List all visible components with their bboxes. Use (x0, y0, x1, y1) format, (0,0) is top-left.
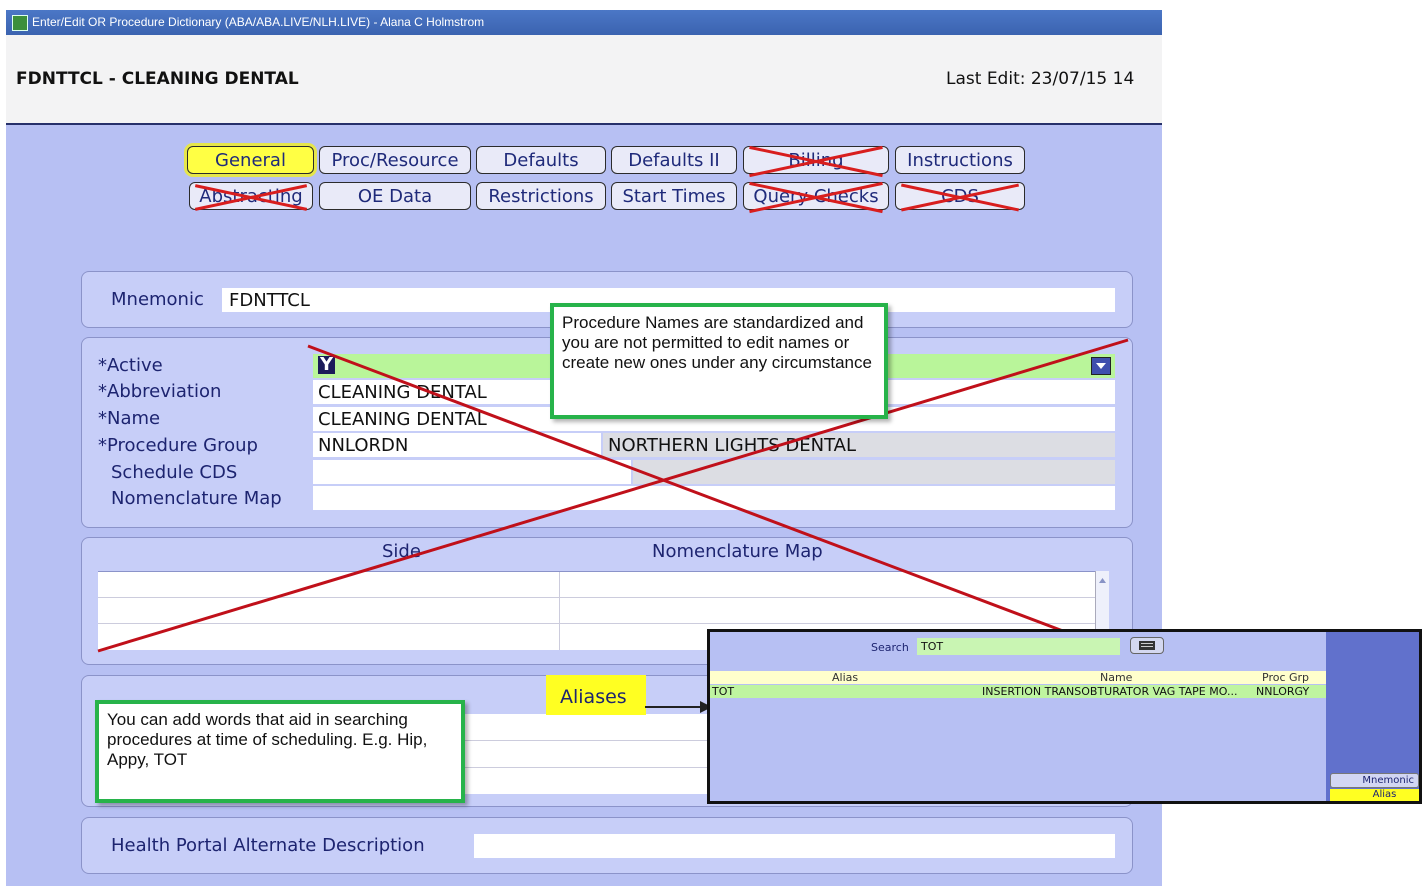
name-column-header: Name (1100, 671, 1133, 684)
results-header: Alias Name Proc Grp (710, 671, 1326, 684)
alias-sort-button[interactable]: Alias (1330, 789, 1419, 801)
row-alias: TOT (712, 685, 735, 698)
alias-column-header: Alias (832, 671, 859, 684)
row-procgrp: NNLORGY (1256, 685, 1310, 698)
procedure-names-callout: Procedure Names are standardized and you… (550, 303, 888, 419)
aliases-help-callout: You can add words that aid in searching … (95, 700, 465, 803)
table-row[interactable]: TOT INSERTION TRANSOBTURATOR VAG TAPE MO… (710, 685, 1326, 698)
row-name: INSERTION TRANSOBTURATOR VAG TAPE MO... (982, 685, 1238, 698)
keyboard-button[interactable] (1130, 637, 1164, 654)
keyboard-icon (1139, 641, 1155, 650)
search-input[interactable] (917, 638, 1120, 655)
search-label: Search (871, 641, 909, 654)
procgrp-column-header: Proc Grp (1262, 671, 1310, 684)
popup-side-panel: Mnemonic Alias (1326, 632, 1419, 801)
search-value: TOT (921, 640, 944, 653)
alias-search-popup: Search TOT Alias Name Proc Grp TOT INSER… (707, 629, 1422, 804)
mnemonic-sort-button[interactable]: Mnemonic (1330, 773, 1419, 788)
